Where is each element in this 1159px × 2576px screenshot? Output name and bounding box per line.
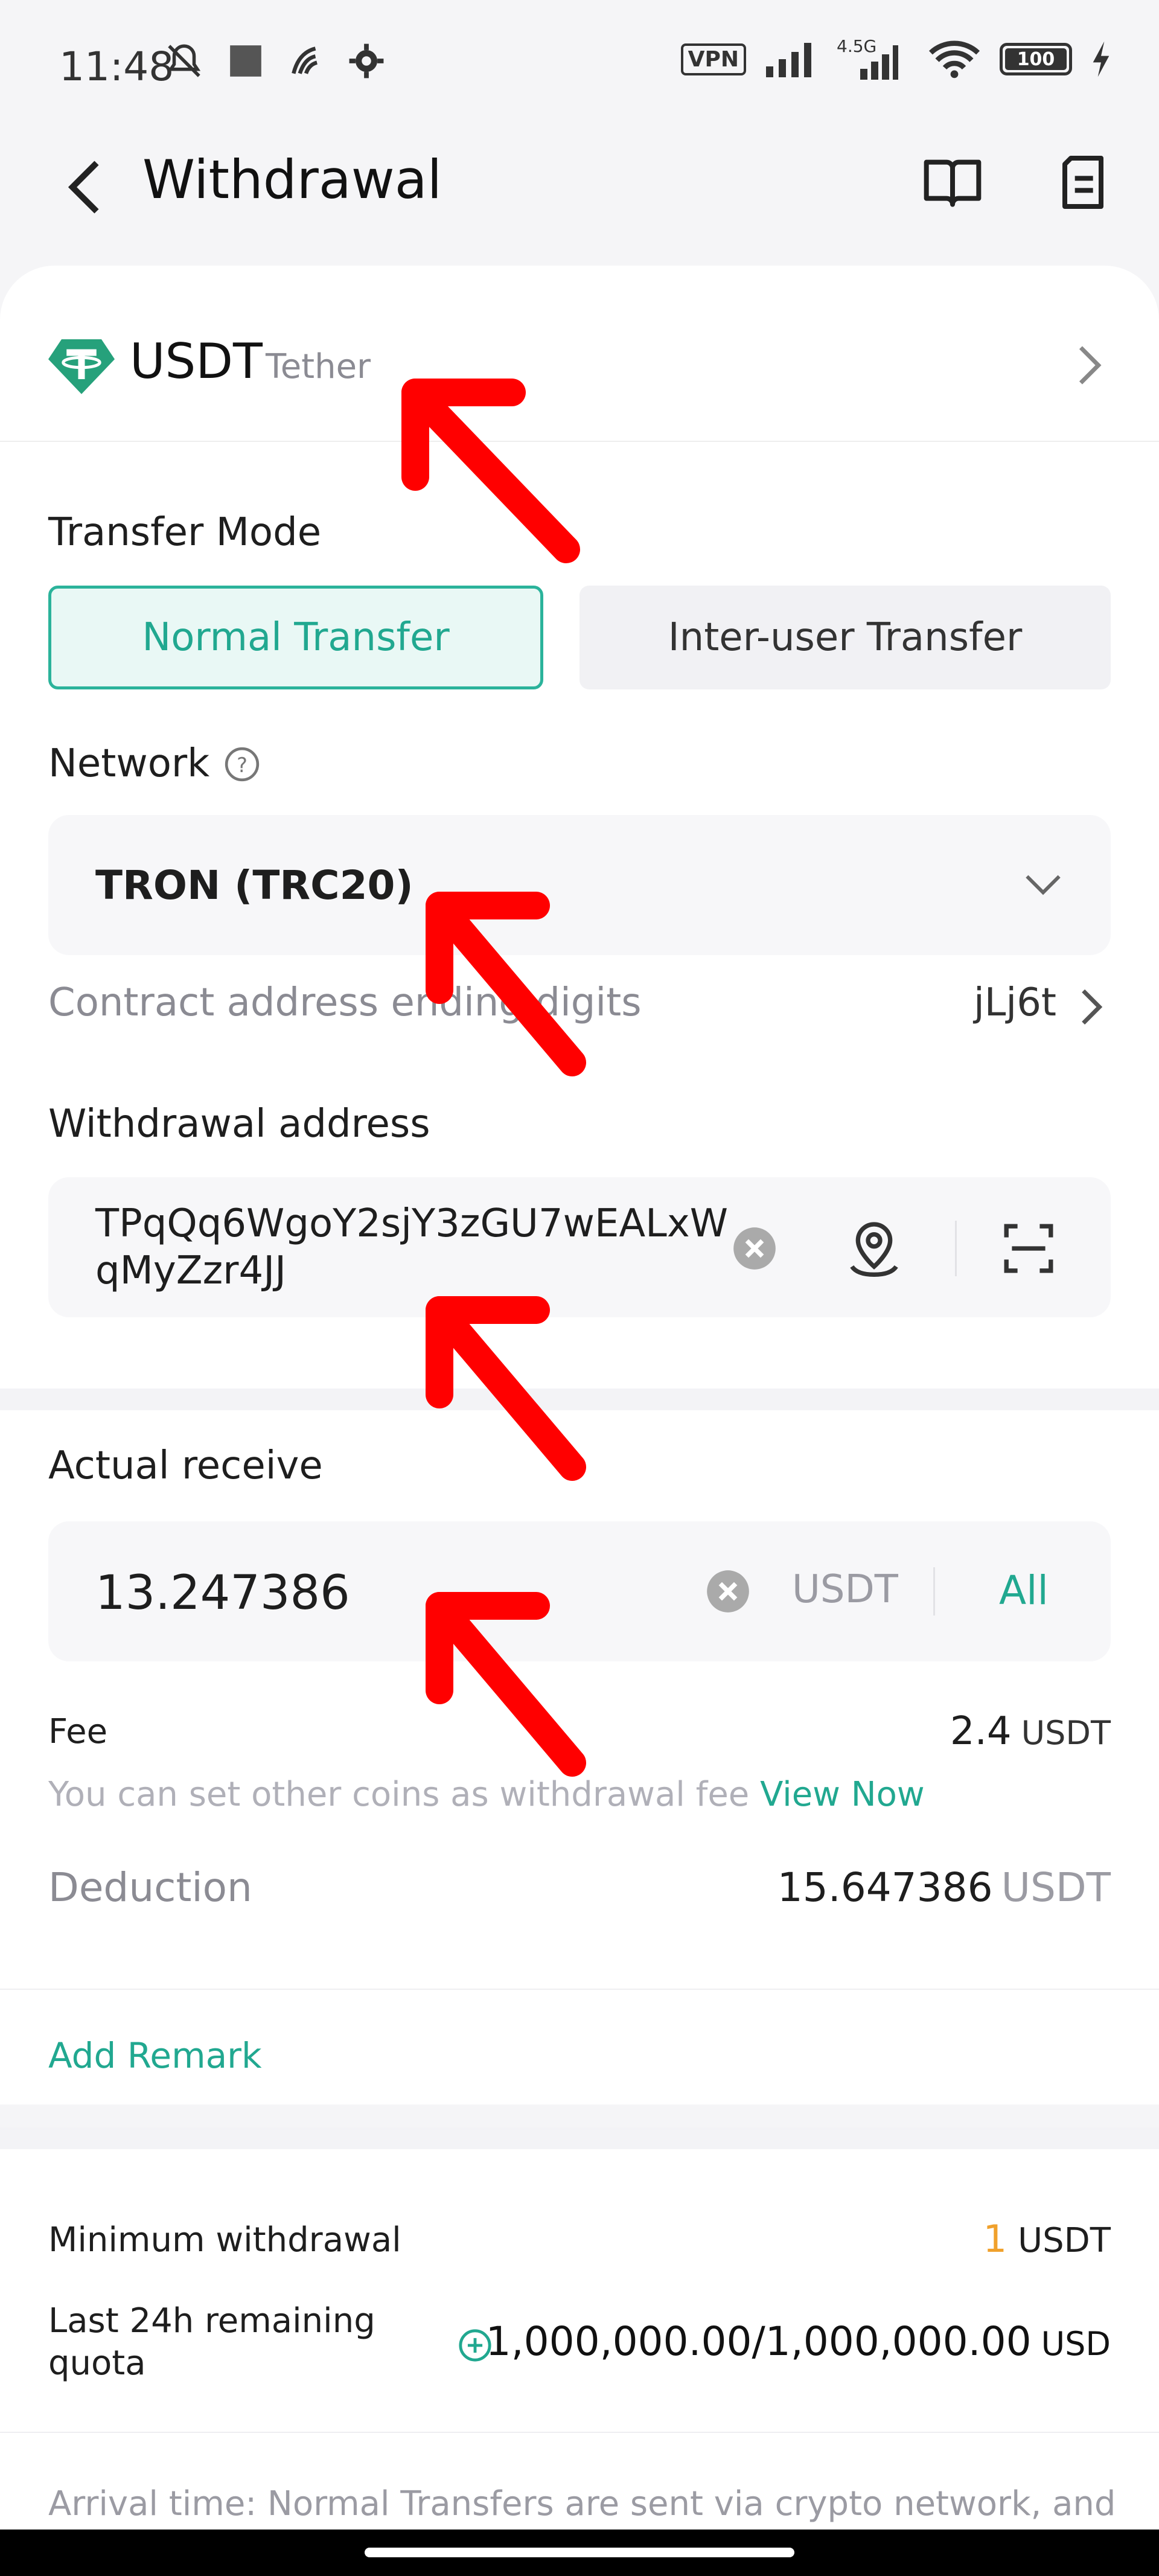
inter-user-transfer-button[interactable]: Inter-user Transfer <box>580 586 1111 689</box>
annotation-arrow-icon <box>426 1592 586 1777</box>
contract-address-value[interactable]: jLj6t <box>974 980 1056 1025</box>
signal-bars-2-icon <box>860 45 898 80</box>
quota-value: 1,000,000.00/1,000,000.00 USD <box>485 2318 1111 2365</box>
svg-text:?: ? <box>237 753 247 777</box>
tether-logo-icon <box>48 339 115 394</box>
add-remark-link[interactable]: Add Remark <box>48 2035 262 2076</box>
scan-icon[interactable] <box>1001 1221 1056 1276</box>
fee-label: Fee <box>48 1712 108 1751</box>
receive-unit: USDT <box>792 1567 898 1612</box>
clear-icon[interactable] <box>705 1568 751 1614</box>
coin-name: Tether <box>266 347 371 386</box>
vpn-badge: VPN <box>680 43 746 75</box>
limits-section: Minimum withdrawal 1 USDT Last 24h remain… <box>0 2149 1159 2576</box>
battery-icon: 100 <box>1000 43 1072 75</box>
annotation-arrow-icon <box>426 1296 586 1481</box>
arrival-note: Arrival time: Normal Transfers are sent … <box>48 2484 1116 2523</box>
gear-icon <box>349 43 384 78</box>
address-book-icon[interactable] <box>844 1217 904 1280</box>
book-icon[interactable] <box>922 152 983 213</box>
network-label: Network <box>48 741 210 786</box>
actual-receive-input[interactable]: 13.247386 <box>95 1566 350 1620</box>
status-time: 11:48 <box>59 43 174 90</box>
deduction-value: 15.647386 USDT <box>777 1864 1111 1911</box>
back-arrow-icon[interactable] <box>60 157 109 217</box>
transfer-mode-label: Transfer Mode <box>48 510 322 555</box>
signal-bars-icon <box>766 43 811 77</box>
mute-bell-icon <box>167 44 201 77</box>
charging-bolt-icon <box>1093 41 1110 77</box>
annotation-arrow-icon <box>401 379 580 563</box>
annotation-arrow-icon <box>426 892 586 1076</box>
nav-bar: Withdrawal <box>0 127 1159 241</box>
gesture-bar <box>0 2530 1159 2576</box>
coin-symbol: USDT <box>130 333 263 389</box>
chevron-right-icon[interactable] <box>1078 988 1105 1026</box>
status-bar: 11:48 VPN 4.5G 100 <box>0 0 1159 127</box>
chevron-down-icon <box>1026 875 1061 895</box>
notification-square-icon <box>230 45 261 77</box>
chevron-right-icon <box>1079 346 1102 385</box>
withdrawal-address-input[interactable]: TPqQq6WgoY2sjY3zGU7wEALxWqMyZzr4JJ <box>95 1200 729 1294</box>
wifi-icon <box>928 40 980 78</box>
all-button[interactable]: All <box>999 1567 1049 1614</box>
view-now-link[interactable]: View Now <box>760 1775 925 1814</box>
network-value: TRON (TRC20) <box>95 862 413 909</box>
help-icon[interactable]: ? <box>223 746 261 783</box>
battery-level: 100 <box>1005 48 1067 70</box>
records-icon[interactable] <box>1053 152 1113 213</box>
quota-label: Last 24h remaining quota <box>48 2301 375 2383</box>
normal-transfer-button[interactable]: Normal Transfer <box>48 586 543 689</box>
deduction-label: Deduction <box>48 1864 252 1911</box>
actual-receive-label: Actual receive <box>48 1443 323 1488</box>
withdrawal-address-label: Withdrawal address <box>48 1102 430 1146</box>
signal-app-icon <box>292 46 318 74</box>
page-title: Withdrawal <box>142 149 442 211</box>
minimum-withdrawal-label: Minimum withdrawal <box>48 2220 401 2260</box>
fee-value: 2.4 USDT <box>950 1709 1111 1754</box>
clear-icon[interactable] <box>732 1226 777 1271</box>
home-indicator[interactable] <box>365 2548 794 2557</box>
minimum-withdrawal-value: 1 USDT <box>983 2217 1111 2261</box>
